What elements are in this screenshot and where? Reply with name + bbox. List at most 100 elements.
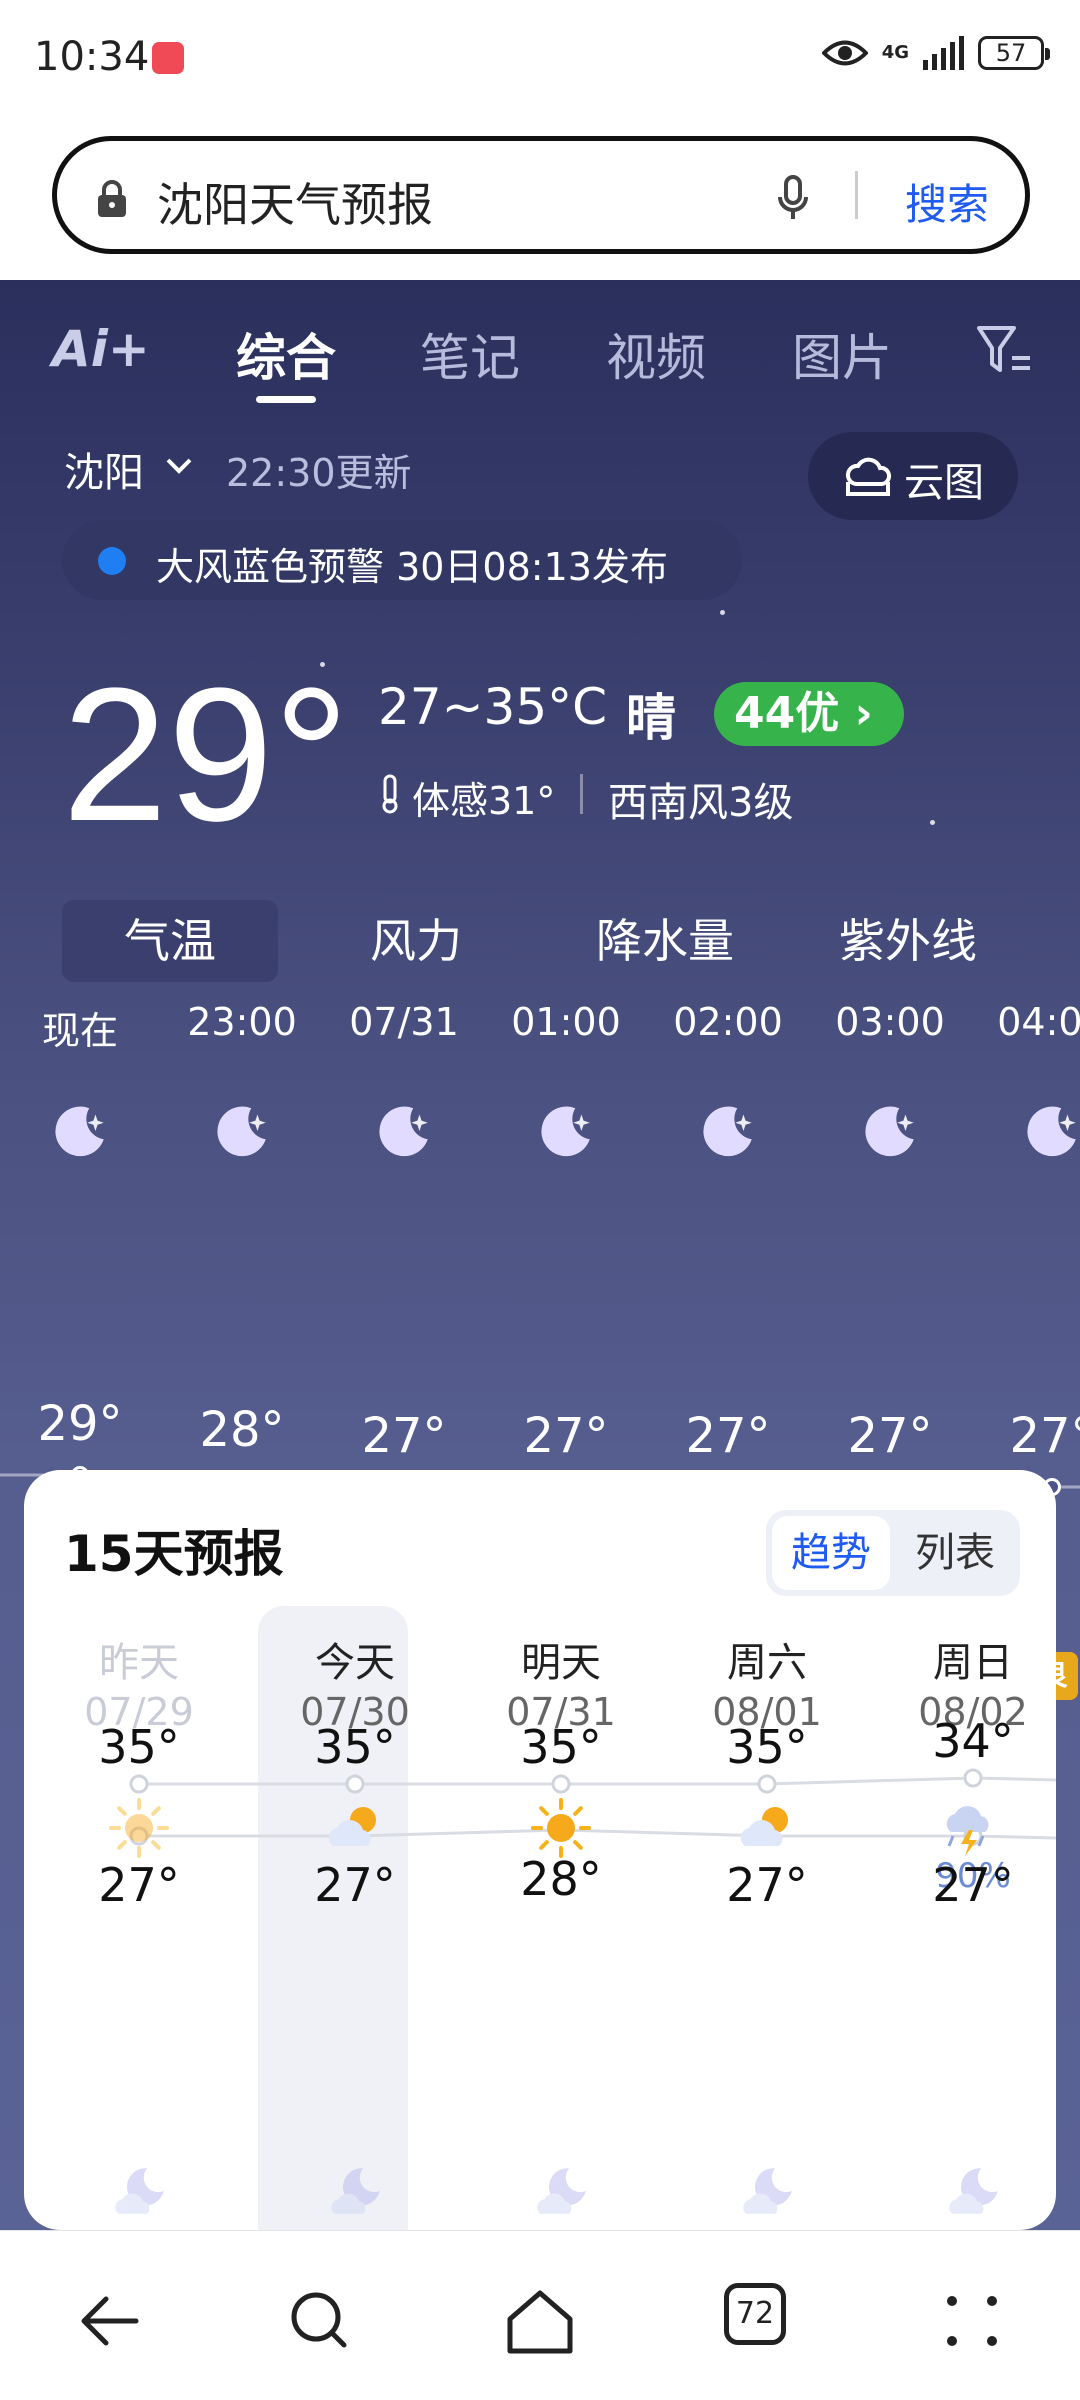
filter-icon[interactable] [976,324,1032,378]
hour-time: 现在 [41,1009,118,1053]
back-arrow-icon[interactable] [70,2281,150,2361]
trend-point [129,1774,149,1794]
night-icon [944,2160,1006,2226]
city-name[interactable]: 沈阳 [64,440,144,498]
battery-icon: 57 [978,36,1050,70]
search-button[interactable]: 搜索 [905,171,989,232]
trend-point [345,1774,365,1794]
day-name: 今天 [315,1640,395,1686]
search-divider [855,171,858,219]
day-high-temp: 35° [314,1720,396,1774]
day-low-temp: 27° [314,1858,396,1912]
status-time: 10:34 [34,34,150,80]
thermometer-icon [382,774,398,814]
tab-comprehensive[interactable]: 综合 [236,318,336,390]
network-type: 4G [881,42,909,63]
hour-temp: 27° [523,1408,609,1464]
temperature-range: 27~35°C [378,678,608,736]
lock-icon [98,180,126,217]
high-temp-line [139,1776,1056,1786]
partly-cloudy-icon [740,1807,788,1846]
trend-point [757,1774,777,1794]
weather-condition: 晴 [626,689,676,747]
hour-temp: 27° [847,1408,933,1464]
hour-time: 07/31 [349,1000,459,1044]
day-low-temp: 27° [726,1858,808,1912]
trend-point [963,1768,983,1788]
partly-cloudy-icon [328,1807,376,1846]
tabs-count-button[interactable]: 72 [724,2283,786,2345]
hour-icon [860,1100,922,1166]
day-name: 明天 [521,1640,601,1686]
hour-icon [536,1100,598,1166]
moon-icon [865,1106,914,1157]
low-temp-line [139,1828,1056,1840]
metric-tab-temperature[interactable]: 气温 [62,900,278,982]
wind-info: 西南风3级 [608,780,794,826]
tab-images[interactable]: 图片 [792,318,892,390]
hour-temp: 27° [685,1408,771,1464]
night-cloud-icon [537,2168,586,2214]
metric-tab-wind[interactable]: 风力 [316,900,516,982]
status-indicators: 4G 57 [821,36,1050,70]
home-icon[interactable] [500,2281,580,2361]
divider [580,774,583,814]
hour-time: 01:00 [511,1000,621,1044]
trend-point [551,1774,571,1794]
aqi-badge[interactable]: 44优 › [714,682,904,746]
night-cloud-icon [115,2168,164,2214]
thunderstorm-icon [946,1806,989,1856]
ai-tab[interactable]: Ai+ [52,320,150,378]
hour-temp: 27° [1009,1408,1080,1464]
tab-notes[interactable]: 笔记 [420,318,520,390]
hour-time: 02:00 [673,1000,783,1044]
search-input[interactable]: 沈阳天气预报 [157,169,433,235]
hour-icon [50,1100,112,1166]
result-tabs: Ai+ 综合 笔记 视频 图片 [0,280,1080,420]
search-bar[interactable]: 沈阳天气预报 搜索 [52,136,1030,254]
hour-icon [1022,1100,1080,1166]
eye-icon [821,40,868,66]
battery-level: 57 [995,39,1027,67]
update-time: 22:30更新 [226,451,412,495]
night-icon [532,2160,594,2226]
cloud-map-button[interactable]: 云图 [808,432,1018,520]
warning-text: 大风蓝色预警 30日08:13发布 [156,545,668,589]
night-cloud-icon [949,2168,998,2214]
metric-tab-precipitation[interactable]: 降水量 [560,900,770,982]
night-icon [326,2160,388,2226]
search-icon[interactable] [280,2281,360,2361]
weather-warning[interactable]: 大风蓝色预警 30日08:13发布 [62,520,742,600]
hour-temp: 28° [199,1402,285,1458]
cloud-map-label: 云图 [904,460,984,506]
star-decoration [720,610,725,615]
day-name: 周六 [727,1640,807,1686]
day-low-temp: 27° [932,1858,1014,1912]
day-high-temp: 35° [98,1720,180,1774]
day-icon [733,1794,801,1866]
chevron-down-icon[interactable] [162,448,196,482]
warning-dot [98,547,126,575]
metric-tab-uv[interactable]: 紫外线 [808,900,1008,982]
moon-icon [1027,1106,1076,1157]
moon-icon [703,1106,752,1157]
day-high-temp: 34° [932,1714,1014,1768]
hour-temp: 29° [37,1396,123,1452]
tab-videos[interactable]: 视频 [606,318,706,390]
microphone-icon[interactable] [777,175,809,221]
app-notification-icon [152,42,184,74]
star-decoration [930,820,935,825]
day-name: 周日 [933,1640,1013,1686]
more-menu-icon[interactable] [932,2281,1012,2361]
forecast-card: 15天预报 趋势 列表 昨天 07/29 35° 27° 今天 07/30 35… [24,1470,1056,2230]
chevron-right-icon: › [854,688,873,739]
hour-icon [212,1100,274,1166]
hour-icon [374,1100,436,1166]
night-icon [110,2160,172,2226]
aqi-value: 44优 [734,688,840,739]
night-icon [738,2160,800,2226]
status-bar: 10:34 4G 57 [0,0,1080,116]
current-temperature: 29° [62,649,350,861]
moon-icon [541,1106,590,1157]
moon-icon [55,1106,104,1157]
